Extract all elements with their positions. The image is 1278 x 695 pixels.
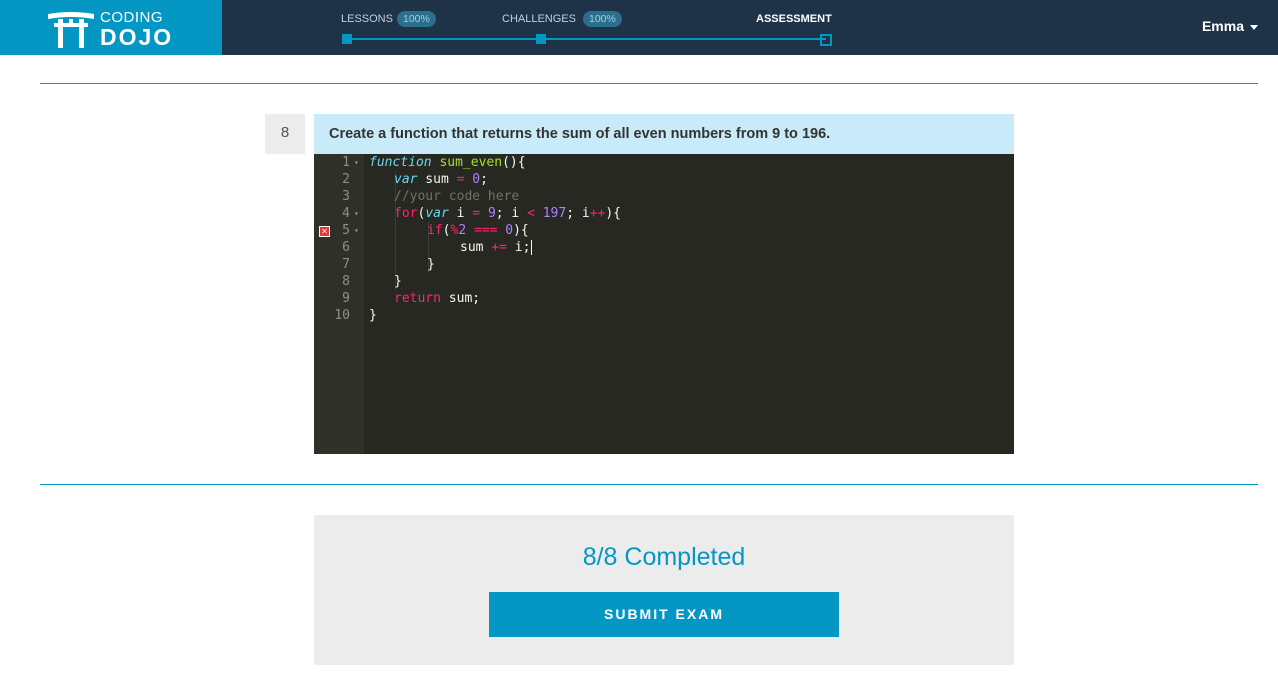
- logo-text-bottom: DOJO: [100, 24, 174, 50]
- code-line-8: }: [394, 274, 402, 289]
- fold-arrow-icon[interactable]: ▾: [354, 222, 359, 239]
- line-number: 10: [334, 308, 350, 323]
- torii-gate-icon: [48, 12, 94, 48]
- code-line-10: }: [369, 308, 377, 323]
- question-prompt: Create a function that returns the sum o…: [314, 114, 1014, 154]
- line-number: 8: [342, 274, 350, 289]
- completion-panel: 8/8 Completed SUBMIT EXAM: [314, 515, 1014, 665]
- line-number: 7: [342, 257, 350, 272]
- line-number: 1: [342, 155, 350, 170]
- progress-dot-assessment[interactable]: [820, 34, 832, 46]
- text-cursor: [531, 240, 533, 255]
- error-icon[interactable]: ✕: [319, 226, 330, 237]
- code-line-1: function sum_even(){: [369, 155, 526, 170]
- user-name: Emma: [1201, 18, 1244, 34]
- completion-status: 8/8 Completed: [582, 543, 746, 571]
- code-line-6: sum += i;: [460, 240, 533, 255]
- code-line-5: if(%2 === 0){: [427, 223, 529, 238]
- code-line-4: for(var i = 9; i < 197; i++){: [394, 206, 622, 221]
- divider-bottom: [40, 484, 1258, 485]
- user-menu[interactable]: Emma: [1202, 18, 1258, 34]
- progress-dot-challenges[interactable]: [536, 34, 546, 44]
- line-number: 3: [342, 189, 350, 204]
- top-navbar: CODING DOJO LESSONS 100% CHALLENGES 100%…: [0, 0, 1278, 55]
- fold-arrow-icon[interactable]: ▾: [354, 154, 359, 171]
- caret-down-icon: [1250, 24, 1258, 30]
- progress-dot-lessons[interactable]: [342, 34, 352, 44]
- line-number: 4: [342, 206, 350, 221]
- line-number: 2: [342, 172, 350, 187]
- question-number: 8: [265, 114, 305, 154]
- code-line-9: return sum;: [394, 291, 481, 306]
- lessons-progress-badge: 100%: [397, 11, 436, 27]
- line-number: 9: [342, 291, 350, 306]
- code-line-3: //your code here: [394, 189, 520, 204]
- code-editor[interactable]: 1 2 3 4 5 6 7 8 9 10 ▾ ▾ ▾ ✕ function su…: [314, 154, 1014, 454]
- fold-arrow-icon[interactable]: ▾: [354, 205, 359, 222]
- line-number: 6: [342, 240, 350, 255]
- editor-gutter: 1 2 3 4 5 6 7 8 9 10 ▾ ▾ ▾ ✕: [314, 154, 364, 454]
- nav-step-challenges[interactable]: CHALLENGES: [502, 13, 576, 26]
- nav-step-lessons[interactable]: LESSONS: [341, 13, 393, 26]
- submit-exam-button[interactable]: SUBMIT EXAM: [489, 592, 839, 637]
- divider-top: [40, 83, 1258, 84]
- code-line-7: }: [427, 257, 435, 272]
- progress-track: [347, 38, 826, 40]
- coding-dojo-logo[interactable]: CODING DOJO: [0, 0, 222, 55]
- challenges-progress-badge: 100%: [583, 11, 622, 27]
- code-line-2: var sum = 0;: [394, 172, 488, 187]
- nav-step-assessment[interactable]: ASSESSMENT: [756, 13, 832, 26]
